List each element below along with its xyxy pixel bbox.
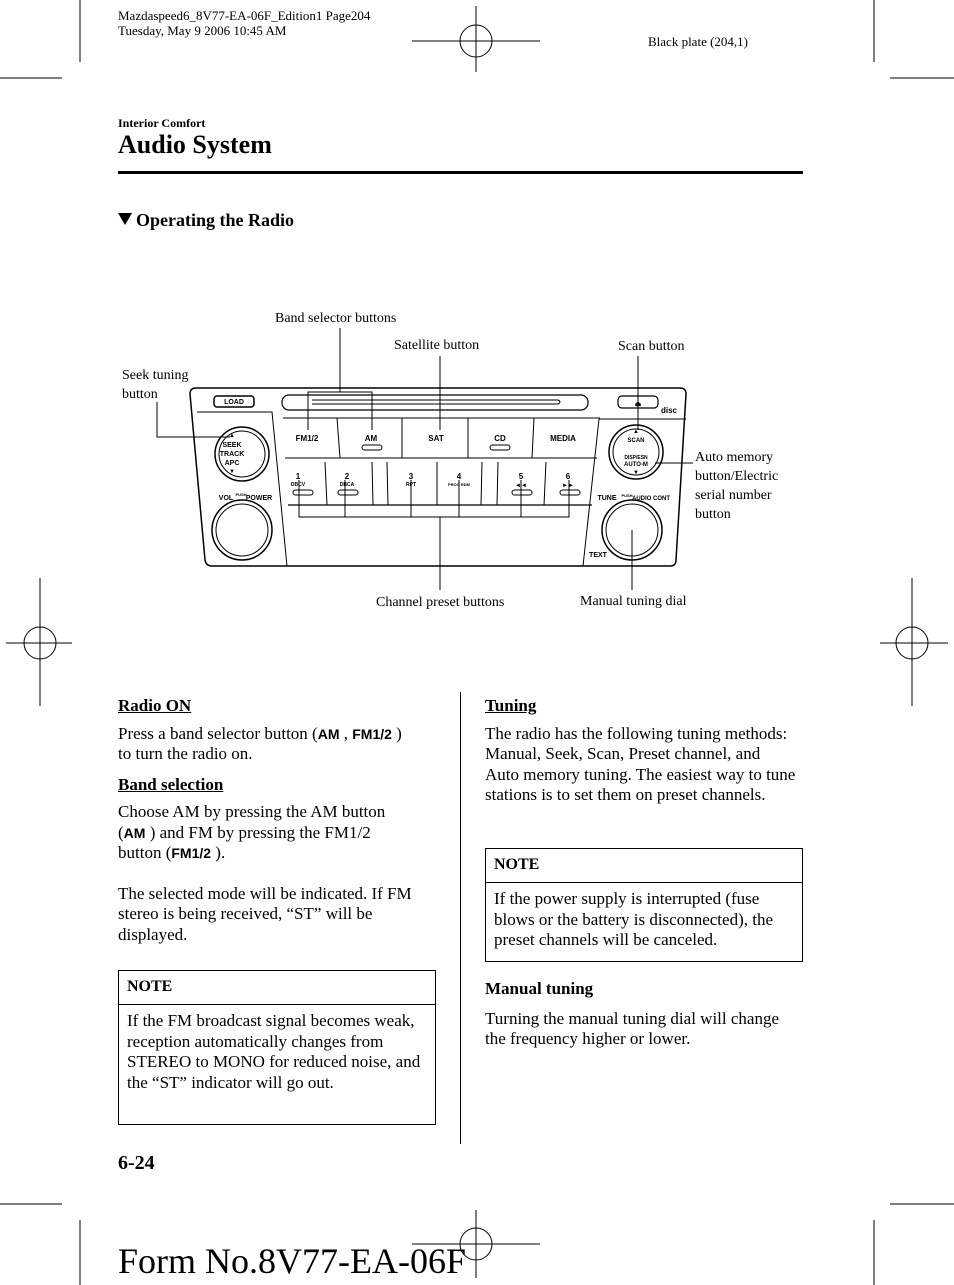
vol-label: VOL [219,495,234,502]
preset-6[interactable]: 6 [566,472,571,481]
panel-outline [189,387,687,567]
scan-down-icon: ▼ [633,470,639,476]
seek-up-icon: ▲ [229,433,235,439]
tuning-heading: Tuning [485,696,537,715]
manual-tuning-section: Manual tuning Turning the manual tuning … [485,979,797,1050]
apc-label: APC [225,460,240,467]
disc-logo: disc [661,406,678,415]
left-column: Radio ON Press a band selector button (A… [118,696,438,945]
note-body: If the power supply is interrupted (fuse… [494,889,774,949]
radio-on-heading: Radio ON [118,696,192,715]
band-button-cd[interactable]: CD [494,434,506,443]
band-button-media[interactable]: MEDIA [550,434,576,443]
band-selection-paragraph: Choose AM by pressing the AM button (AM … [118,802,438,864]
seek-label: SEEK [222,442,241,449]
preset-4-sub: PROG RDM [448,482,471,487]
preset-3-sub: RPT [406,482,416,488]
preset-1-sub: DBCV [291,482,306,488]
radio-on-paragraph: Press a band selector button (AM , FM1/2… [118,724,438,765]
page-number: 6-24 [118,1152,155,1174]
auto-m-label: AUTO-M [624,462,648,468]
cd-slot [281,394,589,411]
preset-6-sub: ►► [562,483,574,489]
note-body: If the FM broadcast signal becomes weak,… [127,1011,421,1092]
leader-lines [156,328,693,590]
band-text-2: ) and FM by pressing the FM1/2 [145,822,371,842]
right-column: Tuning The radio has the following tunin… [485,696,797,806]
band-text-4: ). [211,843,226,862]
radio-on-text-2: to turn the radio on. [118,744,253,763]
fm-button-glyph: FM1/2 [171,845,212,861]
eject-icon: ⏏ [635,401,642,408]
manual-tuning-heading: Manual tuning [485,979,594,998]
preset-2[interactable]: 2 [345,472,350,481]
power-label: POWER [246,495,272,502]
tune-label: TUNE [597,495,616,502]
fm-button-glyph: FM1/2 [352,725,392,742]
radio-on-text: Press a band selector button ( [118,723,318,743]
note-box-right: NOTE If the power supply is interrupted … [485,848,803,962]
preset-3[interactable]: 3 [409,472,414,481]
column-divider [460,692,461,1144]
note-title: NOTE [486,849,802,883]
preset-4[interactable]: 4 [457,472,462,481]
note-title: NOTE [119,971,435,1005]
am-button-glyph: AM [123,824,146,841]
manual-tuning-paragraph: Turning the manual tuning dial will chan… [485,1008,779,1049]
preset-1[interactable]: 1 [296,472,301,481]
form-number: Form No.8V77-EA-06F [118,1241,466,1281]
tuning-paragraph: The radio has the following tuning metho… [485,723,796,805]
band-button-fm[interactable]: FM1/2 [296,434,319,443]
preset-2-sub: DBCA [340,482,355,488]
audio-cont-label: AUDIO CONT [632,496,670,502]
note-box-left: NOTE If the FM broadcast signal becomes … [118,970,436,1125]
band-text-1: Choose AM by pressing the AM button [118,802,386,821]
paren-close: ) [391,723,402,743]
band-text-3: button ( [118,843,172,862]
band-button-sat[interactable]: SAT [428,434,444,443]
scan-label: SCAN [627,438,644,444]
push-label-right: PUSH [621,493,632,498]
text-label: TEXT [589,552,608,559]
separator: , [339,723,353,743]
disp-label: DISP/ESN [624,455,648,461]
scan-up-icon: ▲ [633,429,639,435]
preset-5[interactable]: 5 [519,472,524,481]
band-selection-heading: Band selection [118,774,224,794]
preset-5-sub: ◄◄ [515,483,527,489]
volume-knob [211,499,273,561]
track-label: TRACK [220,451,245,458]
load-label: LOAD [224,399,244,406]
mode-paragraph: The selected mode will be indicated. If … [118,883,412,944]
seek-down-icon: ▼ [229,469,235,475]
radio-panel-diagram: LOAD FM1/2 AM SAT CD MEDIA 1 DBCV 2 DBCA… [156,328,693,590]
band-button-am[interactable]: AM [365,434,378,443]
am-button-glyph: AM [317,725,340,742]
